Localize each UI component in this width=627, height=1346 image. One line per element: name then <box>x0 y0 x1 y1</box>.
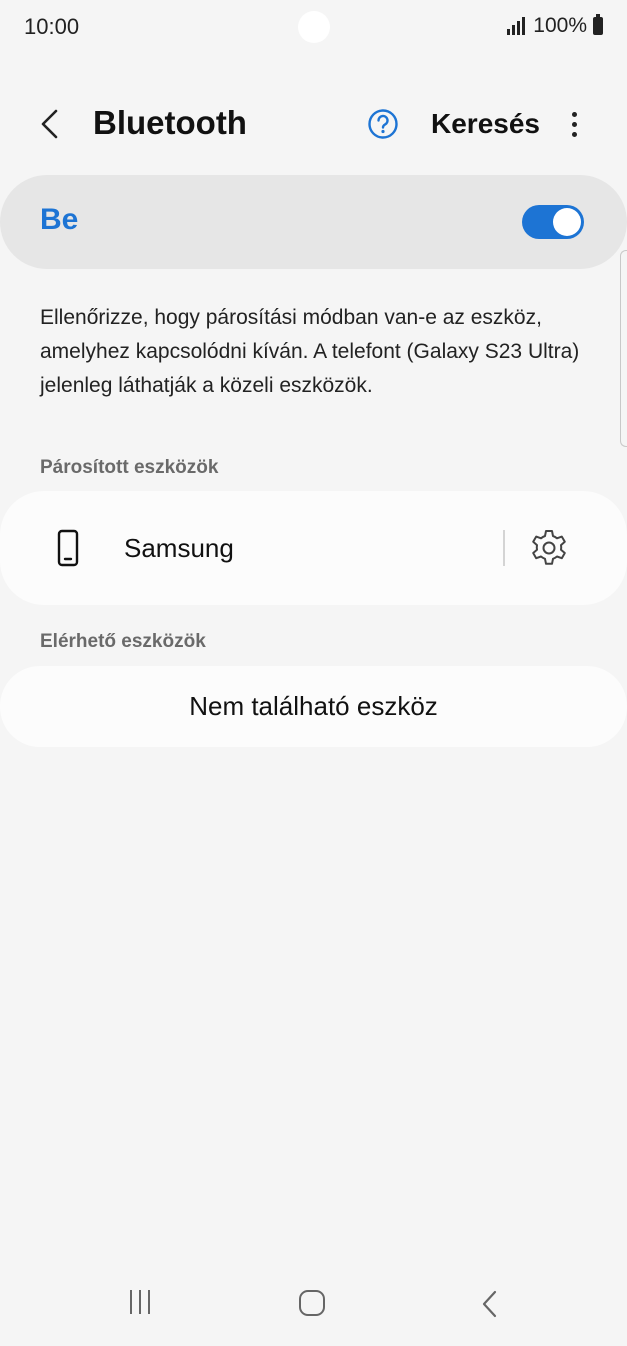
paired-devices-header: Párosított eszközök <box>40 457 219 478</box>
page-title: Bluetooth <box>93 104 247 141</box>
available-devices-card: Nem található eszköz <box>0 666 627 747</box>
bluetooth-description: Ellenőrizze, hogy párosítási módban van-… <box>40 306 580 397</box>
paired-device-name: Samsung <box>124 533 234 563</box>
signal-icon <box>507 17 526 35</box>
recents-icon <box>130 1290 132 1314</box>
no-devices-message: Nem található eszköz <box>189 691 438 721</box>
search-button[interactable]: Keresés <box>431 108 540 140</box>
device-settings-button[interactable] <box>527 526 571 570</box>
more-options-button[interactable] <box>558 102 590 146</box>
battery-percentage: 100% <box>533 14 587 37</box>
more-vertical-icon <box>571 111 577 117</box>
bluetooth-toggle-switch[interactable] <box>522 205 584 239</box>
recents-button[interactable] <box>122 1282 158 1322</box>
back-button[interactable] <box>30 104 70 144</box>
bluetooth-toggle-card[interactable]: Be <box>0 175 627 269</box>
status-bar: 10:00 100% <box>0 0 627 56</box>
battery-icon <box>593 14 603 35</box>
scroll-indicator[interactable] <box>620 250 627 447</box>
phone-icon <box>57 529 79 567</box>
app-bar: Bluetooth Keresés <box>0 92 627 156</box>
chevron-left-icon <box>41 109 58 139</box>
status-indicators: 100% <box>507 14 603 38</box>
navigation-bar <box>0 1266 627 1346</box>
question-circle-icon <box>368 109 398 139</box>
camera-cutout <box>298 11 330 43</box>
status-time: 10:00 <box>24 14 80 39</box>
help-button[interactable] <box>367 108 399 140</box>
divider <box>503 530 505 566</box>
toggle-knob <box>553 208 581 236</box>
gear-icon <box>532 530 566 565</box>
back-icon <box>482 1290 497 1318</box>
bluetooth-toggle-label: Be <box>40 203 79 236</box>
home-button[interactable] <box>299 1290 325 1316</box>
nav-back-button[interactable] <box>474 1284 506 1324</box>
available-devices-header: Elérhető eszközök <box>40 631 206 652</box>
paired-device-item[interactable]: Samsung <box>0 491 627 605</box>
